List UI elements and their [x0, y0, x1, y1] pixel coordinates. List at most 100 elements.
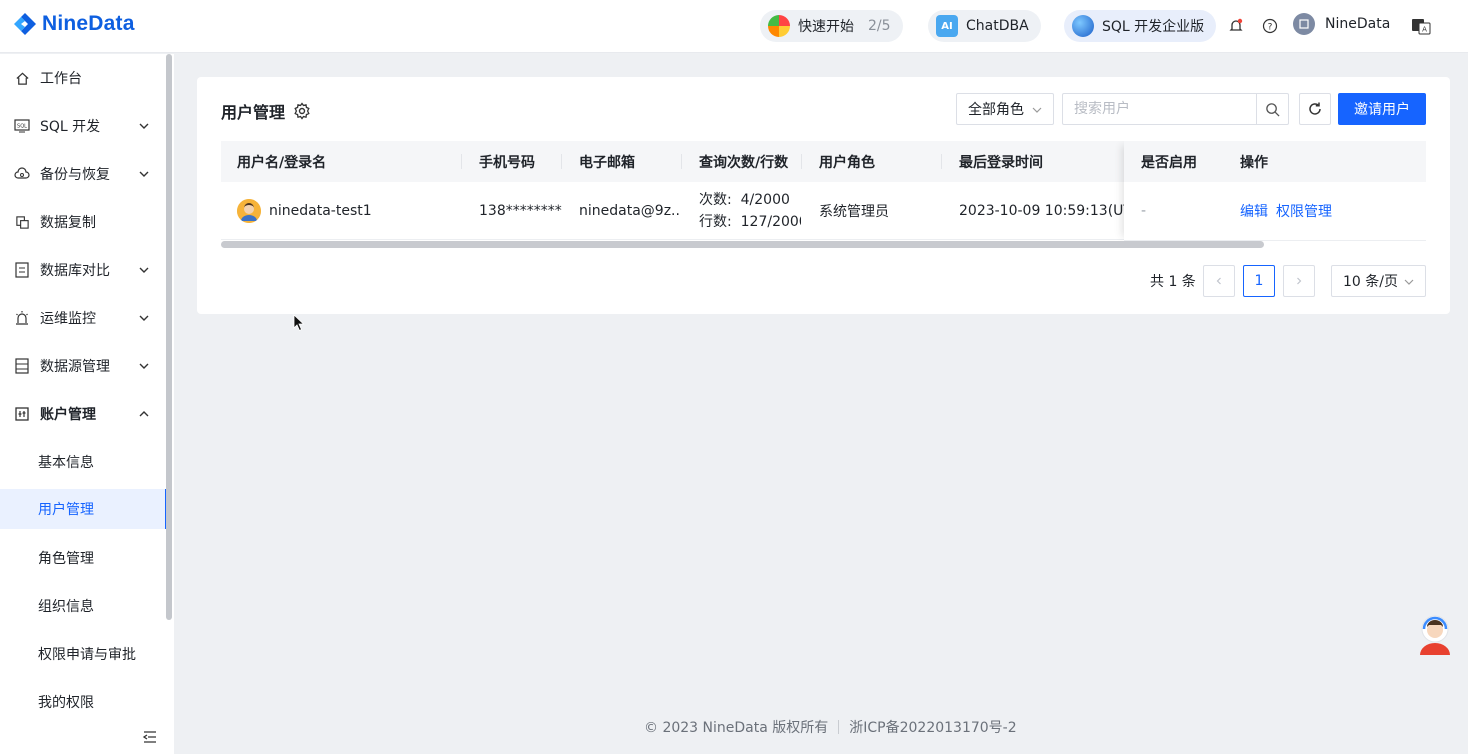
account-icon [14, 406, 30, 422]
chevron-down-icon [139, 267, 149, 273]
column-header-role[interactable]: 用户角色 [819, 141, 875, 182]
svg-text:?: ? [1268, 23, 1273, 33]
cell-enabled: - [1141, 203, 1147, 219]
alarm-icon [14, 310, 30, 326]
column-header-username[interactable]: 用户名/登录名 [237, 141, 326, 182]
chevron-down-icon [139, 171, 149, 177]
sidebar-item-label: 备份与恢复 [40, 167, 110, 183]
logo[interactable]: NineData [12, 11, 135, 37]
column-divider [681, 154, 682, 169]
table-horizontal-scrollbar[interactable] [221, 241, 1264, 248]
role-filter-select[interactable]: 全部角色 [956, 93, 1054, 125]
sidebar-item-label: 运维监控 [40, 311, 96, 327]
sidebar-subitem-user-management[interactable]: 用户管理 [0, 489, 168, 529]
search-box [1062, 93, 1289, 125]
sidebar-item-datasource[interactable]: 数据源管理 [0, 342, 166, 390]
customer-support-icon[interactable] [1416, 613, 1454, 657]
user-menu[interactable]: NineData [1293, 13, 1390, 35]
sidebar-subitem-organization[interactable]: 组织信息 [0, 582, 166, 630]
sidebar-item-label: SQL 开发 [40, 119, 101, 135]
chevron-down-icon [139, 363, 149, 369]
chevron-up-icon [139, 411, 149, 417]
sidebar-item-compare[interactable]: 数据库对比 [0, 246, 166, 294]
edition-button[interactable]: SQL 开发企业版 [1064, 10, 1217, 42]
query-count-value: 4/2000 [740, 192, 790, 208]
search-icon [1266, 102, 1280, 117]
pagination-prev-button[interactable] [1203, 265, 1235, 297]
column-header-phone[interactable]: 手机号码 [479, 141, 535, 182]
cell-email: ninedata@9z.... [579, 203, 679, 219]
username-text: ninedata-test1 [269, 203, 372, 219]
permission-management-link[interactable]: 权限管理 [1276, 201, 1332, 221]
query-count-line: 次数: 4/2000 [699, 189, 790, 211]
sidebar-item-label: 我的权限 [38, 695, 94, 711]
svg-text:SQL: SQL [17, 124, 27, 130]
quick-start-label: 快速开始 [798, 19, 854, 35]
language-switch-icon[interactable]: A [1411, 16, 1431, 36]
pagination-next-button[interactable] [1283, 265, 1315, 297]
quick-start-button[interactable]: 快速开始 2/5 [760, 10, 903, 42]
sidebar-item-sql[interactable]: SQL SQL 开发 [0, 102, 166, 150]
refresh-button[interactable] [1299, 93, 1331, 125]
sidebar-item-label: 权限申请与审批 [38, 647, 136, 663]
column-header-enabled[interactable]: 是否启用 [1141, 141, 1197, 182]
column-header-last-login[interactable]: 最后登录时间 [959, 141, 1043, 182]
chevron-down-icon [1032, 107, 1042, 113]
column-header-email[interactable]: 电子邮箱 [579, 141, 635, 182]
column-divider [561, 154, 562, 169]
collapse-menu-icon[interactable] [142, 729, 158, 745]
footer-divider [838, 720, 840, 734]
invite-user-button[interactable]: 邀请用户 [1338, 93, 1426, 125]
sidebar-item-label: 用户管理 [38, 502, 94, 518]
row-count-value: 127/2000 [740, 214, 801, 230]
quick-start-progress: 2/5 [868, 18, 891, 34]
icp-link[interactable]: 浙ICP备2022013170号-2 [849, 717, 1016, 737]
sidebar-subitem-basic-info[interactable]: 基本信息 [0, 438, 166, 486]
sidebar-scrollbar[interactable] [166, 54, 172, 620]
chevron-down-icon [1404, 279, 1414, 285]
sidebar-subitem-my-permissions[interactable]: 我的权限 [0, 678, 166, 726]
column-divider [461, 154, 462, 169]
column-divider [801, 154, 802, 169]
cell-last-login: 2023-10-09 10:59:13(UTC+8) [959, 203, 1124, 219]
chevron-down-icon [139, 123, 149, 129]
chevron-left-icon [1216, 277, 1221, 285]
cloud-backup-icon [14, 166, 30, 182]
page-size-value: 10 条/页 [1343, 274, 1398, 290]
chatdba-button[interactable]: AI ChatDBA [928, 10, 1041, 42]
rocket-icon [768, 15, 790, 37]
compare-icon [14, 262, 30, 278]
search-button[interactable] [1256, 94, 1288, 124]
pagination-total: 共 1 条 [1150, 274, 1196, 290]
sidebar-item-backup[interactable]: 备份与恢复 [0, 150, 166, 198]
svg-text:A: A [1422, 26, 1427, 34]
search-input[interactable] [1063, 94, 1256, 124]
sidebar-subitem-permission-approval[interactable]: 权限申请与审批 [0, 630, 166, 678]
pagination-page-1[interactable]: 1 [1243, 265, 1275, 297]
page-size-select[interactable]: 10 条/页 [1331, 265, 1426, 297]
mouse-cursor-icon [293, 314, 305, 332]
bell-icon[interactable] [1226, 16, 1246, 36]
column-header-query-count[interactable]: 查询次数/行数 [699, 141, 788, 182]
copy-icon [14, 214, 30, 230]
help-icon[interactable]: ? [1260, 16, 1280, 36]
sidebar-item-replication[interactable]: 数据复制 [0, 198, 166, 246]
cell-query-count: 次数: 4/2000 行数: 127/2000 [699, 182, 801, 240]
cell-phone: 138******** [479, 203, 562, 219]
sidebar-item-monitoring[interactable]: 运维监控 [0, 294, 166, 342]
column-divider [941, 154, 942, 169]
sidebar-item-account[interactable]: 账户管理 [0, 390, 166, 438]
sidebar-item-workbench[interactable]: 工作台 [0, 54, 166, 102]
gear-icon[interactable] [293, 102, 311, 120]
user-avatar [237, 199, 261, 223]
logo-text: NineData [42, 12, 135, 35]
user-table: 用户名/登录名 手机号码 电子邮箱 查询次数/行数 用户角色 最后登录时间 ni… [221, 141, 1426, 241]
sidebar-subitem-role-management[interactable]: 角色管理 [0, 534, 166, 582]
sidebar-item-label: 角色管理 [38, 551, 94, 567]
row-count-label: 行数: [699, 214, 732, 230]
ai-icon: AI [936, 15, 958, 37]
home-icon [14, 70, 30, 86]
table-header-right: 是否启用 操作 [1124, 141, 1426, 182]
edit-link[interactable]: 编辑 [1240, 201, 1268, 221]
row-count-line: 行数: 127/2000 [699, 211, 801, 233]
